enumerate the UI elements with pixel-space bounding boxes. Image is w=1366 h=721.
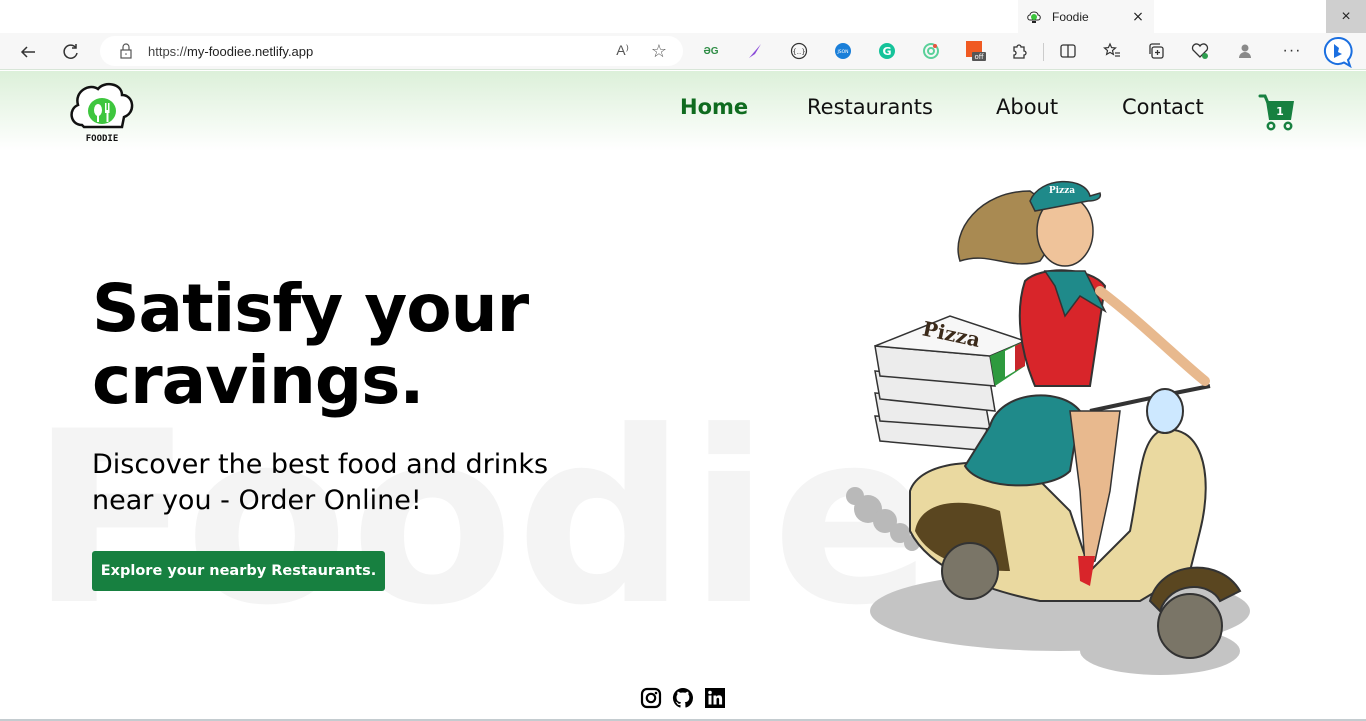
lock-icon	[120, 43, 132, 59]
refresh-icon	[63, 44, 78, 59]
bing-chat-icon[interactable]	[1322, 36, 1354, 68]
nav-restaurants-link[interactable]: Restaurants	[807, 95, 933, 119]
cart-button[interactable]: 1	[1258, 93, 1296, 131]
cart-count-badge: 1	[1276, 105, 1284, 118]
read-aloud-icon[interactable]: A⁾	[616, 42, 629, 59]
split-screen-icon[interactable]	[1057, 40, 1079, 62]
window-close-button[interactable]: ×	[1326, 0, 1366, 33]
svg-text:off: off	[974, 53, 983, 61]
refresh-button[interactable]	[58, 39, 84, 65]
cap-label: Pizza	[1049, 186, 1075, 196]
tab-title: Foodie	[1052, 9, 1089, 24]
json-formatter-extension-icon[interactable]: {..}	[788, 40, 810, 62]
pizza-delivery-illustration: Pizza Pizza	[846, 180, 1250, 675]
more-menu-icon[interactable]: ···	[1281, 40, 1303, 62]
linkedin-icon	[705, 688, 725, 708]
site-navbar: FOODIE Home Restaurants About Contact 1	[0, 71, 1366, 151]
foodie-favicon-icon	[1027, 11, 1041, 23]
logo-text: FOODIE	[86, 134, 119, 144]
social-links	[640, 687, 726, 709]
instagram-link[interactable]	[640, 687, 662, 709]
rear-wheel	[941, 542, 999, 600]
json-extension-icon[interactable]: JSON	[832, 40, 854, 62]
page-content: FOODIE Home Restaurants About Contact 1 …	[0, 71, 1366, 721]
svg-text:G: G	[882, 45, 891, 58]
url-text: https://my-foodiee.netlify.app	[148, 44, 313, 59]
headlight	[1146, 388, 1184, 434]
toolbar-separator	[1043, 43, 1044, 61]
browser-essentials-icon[interactable]	[1189, 40, 1211, 62]
browser-tab[interactable]: Foodie ×	[1018, 0, 1154, 33]
nav-contact-link[interactable]: Contact	[1122, 95, 1204, 119]
foodie-logo[interactable]: FOODIE	[68, 79, 136, 145]
grammarly-extension-icon[interactable]: G	[876, 40, 898, 62]
rider-arm	[1095, 286, 1210, 386]
favorites-icon[interactable]	[1101, 40, 1123, 62]
nav-home-link[interactable]: Home	[680, 95, 748, 119]
hero-subtitle: Discover the best food and drinks near y…	[92, 449, 549, 516]
browser-titlebar: Foodie × ×	[0, 0, 1366, 33]
profile-icon[interactable]	[1234, 40, 1256, 62]
favorite-star-icon[interactable]: ☆	[651, 41, 667, 62]
github-icon	[672, 687, 693, 708]
exhaust-smoke	[846, 487, 920, 551]
quill-extension-icon[interactable]	[744, 40, 766, 62]
explore-restaurants-button[interactable]: Explore your nearby Restaurants.	[92, 551, 385, 591]
coupon-extension-icon[interactable]: off	[965, 40, 987, 62]
svg-text:{..}: {..}	[792, 48, 805, 56]
collections-icon[interactable]	[1145, 40, 1167, 62]
tab-close-button[interactable]: ×	[1128, 9, 1148, 25]
url-host: my-foodiee.netlify.app	[187, 43, 314, 59]
back-icon	[20, 46, 35, 58]
svg-text:JSON: JSON	[836, 49, 848, 55]
instagram-icon	[640, 687, 662, 709]
github-link[interactable]	[672, 687, 694, 709]
front-wheel	[1157, 593, 1223, 659]
url-scheme: https://	[148, 43, 188, 59]
address-bar[interactable]: https://my-foodiee.netlify.app A⁾ ☆	[100, 36, 683, 66]
nav-about-link[interactable]: About	[996, 95, 1058, 119]
foodie-watermark: Foodie	[30, 381, 936, 658]
linkedin-link[interactable]	[704, 687, 726, 709]
back-button[interactable]	[15, 39, 41, 65]
hero-title: Satisfy your cravings.	[92, 270, 529, 419]
extensions-puzzle-icon[interactable]	[1008, 40, 1030, 62]
radar-extension-icon[interactable]	[920, 40, 942, 62]
browser-toolbar: https://my-foodiee.netlify.app A⁾ ☆ ƏG {…	[0, 33, 1366, 70]
geeksforgeeks-extension-icon[interactable]: ƏG	[700, 40, 722, 62]
